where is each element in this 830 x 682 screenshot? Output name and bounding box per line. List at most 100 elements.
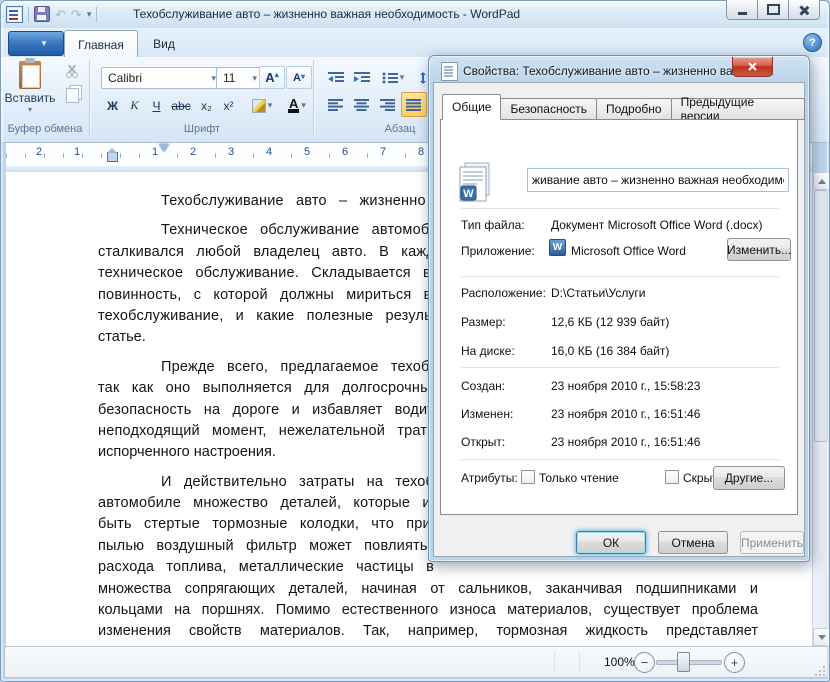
minimize-icon (738, 12, 747, 15)
grow-font-button[interactable]: A (259, 66, 285, 89)
wordpad-app-icon[interactable] (6, 6, 23, 23)
tab-details[interactable]: Подробно (596, 98, 672, 120)
font-family-select[interactable]: Calibri▾ (101, 67, 220, 89)
ruler-number: 2 (188, 146, 198, 158)
vertical-scrollbar[interactable] (812, 172, 828, 646)
highlight-pen-icon (252, 99, 266, 113)
underline-button[interactable]: Ч (145, 94, 168, 117)
ruler-number: 6 (340, 146, 350, 158)
tab-general[interactable]: Общие (442, 94, 501, 120)
help-button[interactable]: ? (803, 33, 822, 52)
created-value: 23 ноября 2010 г., 15:58:23 (551, 379, 700, 393)
size-on-disk-label: На диске: (461, 344, 515, 358)
superscript-button[interactable]: x² (217, 94, 240, 117)
align-left-button[interactable] (323, 92, 349, 117)
font-color-button[interactable]: A▾ (280, 94, 314, 117)
decrease-indent-button[interactable] (323, 65, 349, 90)
title-bar: ↶ ↷ ▾ Техобслуживание авто – жизненно ва… (0, 0, 830, 28)
group-clipboard: Вставить ▾ Буфер обмена (2, 58, 88, 138)
cancel-button[interactable]: Отмена (658, 531, 728, 554)
quick-access-toolbar: ↶ ↷ ▾ (6, 5, 97, 23)
ruler-number: 5 (302, 146, 312, 158)
readonly-checkbox[interactable] (521, 470, 535, 484)
font-size-select[interactable]: 11 ▾ (216, 67, 261, 89)
paste-label: Вставить (5, 91, 56, 105)
font-size-value: 11 (223, 71, 235, 85)
file-type-label: Тип файла: (461, 218, 525, 232)
location-value: D:\Статьи\Услуги (551, 286, 645, 300)
shrink-font-button[interactable]: A (286, 66, 312, 89)
chevron-down-icon: ▾ (252, 73, 257, 84)
save-icon[interactable] (34, 6, 50, 22)
application-menu-button[interactable]: ▾ (8, 31, 64, 56)
tab-view[interactable]: Вид (138, 33, 190, 55)
ruler-number: 4 (264, 146, 274, 158)
location-label: Расположение: (461, 286, 546, 300)
increase-indent-button[interactable] (349, 65, 375, 90)
align-right-icon (380, 99, 396, 111)
close-icon (799, 5, 809, 15)
clipboard-icon (19, 61, 41, 89)
increase-indent-icon (354, 72, 370, 84)
zoom-slider-thumb[interactable] (677, 652, 690, 672)
zoom-out-button[interactable]: − (634, 652, 655, 673)
zoom-in-button[interactable]: + (724, 652, 745, 673)
paste-button[interactable]: Вставить ▾ (2, 58, 58, 122)
bold-button[interactable]: Ж (101, 94, 124, 117)
minimize-button[interactable] (726, 0, 758, 20)
font-family-value: Calibri (108, 71, 142, 85)
copy-icon[interactable] (66, 88, 79, 103)
readonly-label: Только чтение (539, 471, 619, 485)
modified-label: Изменен: (461, 407, 513, 421)
strikethrough-button[interactable]: abc (167, 94, 195, 117)
window-controls (727, 0, 820, 20)
separator (461, 276, 779, 277)
italic-button[interactable]: К (123, 94, 146, 117)
document-line: изменения свойств материалов. Так, напри… (98, 621, 758, 642)
modified-value: 23 ноября 2010 г., 16:51:46 (551, 407, 700, 421)
hidden-checkbox[interactable] (665, 470, 679, 484)
application-value: Microsoft Office Word (571, 244, 686, 258)
tab-previous-versions[interactable]: Предыдущие версии (671, 98, 805, 120)
group-label: Шрифт (91, 123, 313, 135)
document-line: кольцами на поршнях. Помимо естественног… (98, 600, 758, 621)
undo-icon[interactable]: ↶ (55, 8, 66, 21)
arrow-down-icon (818, 635, 826, 640)
tab-security[interactable]: Безопасность (500, 98, 597, 120)
status-separator (554, 651, 555, 672)
align-right-button[interactable] (375, 92, 401, 117)
justify-button[interactable] (401, 92, 427, 117)
dialog-tab-page: W Тип файла: Документ Microsoft Office W… (440, 119, 798, 515)
subscript-button[interactable]: x₂ (195, 94, 218, 117)
first-line-indent-marker[interactable] (159, 144, 169, 152)
shrink-font-icon: A (293, 72, 305, 84)
filename-input[interactable] (527, 168, 789, 192)
close-button[interactable] (788, 0, 820, 20)
created-label: Создан: (461, 379, 505, 393)
left-indent-marker[interactable] (107, 152, 118, 162)
group-separator (89, 60, 90, 134)
justify-icon (406, 99, 422, 111)
highlight-color-button[interactable]: ▾ (244, 94, 280, 117)
other-attributes-button[interactable]: Другие... (713, 466, 785, 490)
scrollbar-thumb[interactable] (814, 190, 828, 442)
separator (461, 208, 779, 209)
status-bar: 100% − + (4, 646, 828, 678)
list-button[interactable]: ▾ (375, 65, 411, 90)
ok-button[interactable]: ОК (576, 531, 646, 554)
resize-grip[interactable] (819, 670, 821, 672)
qat-separator (28, 7, 29, 22)
cut-icon[interactable] (64, 64, 80, 78)
change-app-button[interactable]: Изменить... (727, 238, 791, 261)
chevron-down-icon: ▾ (301, 100, 306, 111)
size-label: Размер: (461, 315, 506, 329)
tab-home[interactable]: Главная (64, 30, 138, 58)
scroll-down-button[interactable] (813, 628, 830, 646)
qat-customize-caret-icon[interactable]: ▾ (87, 9, 92, 20)
dialog-close-button[interactable] (732, 57, 773, 77)
dialog-title: Свойства: Техобслуживание авто – жизненн… (463, 64, 774, 78)
scroll-up-button[interactable] (813, 172, 830, 190)
align-center-button[interactable] (349, 92, 375, 117)
redo-icon[interactable]: ↷ (71, 8, 82, 21)
maximize-button[interactable] (757, 0, 789, 20)
